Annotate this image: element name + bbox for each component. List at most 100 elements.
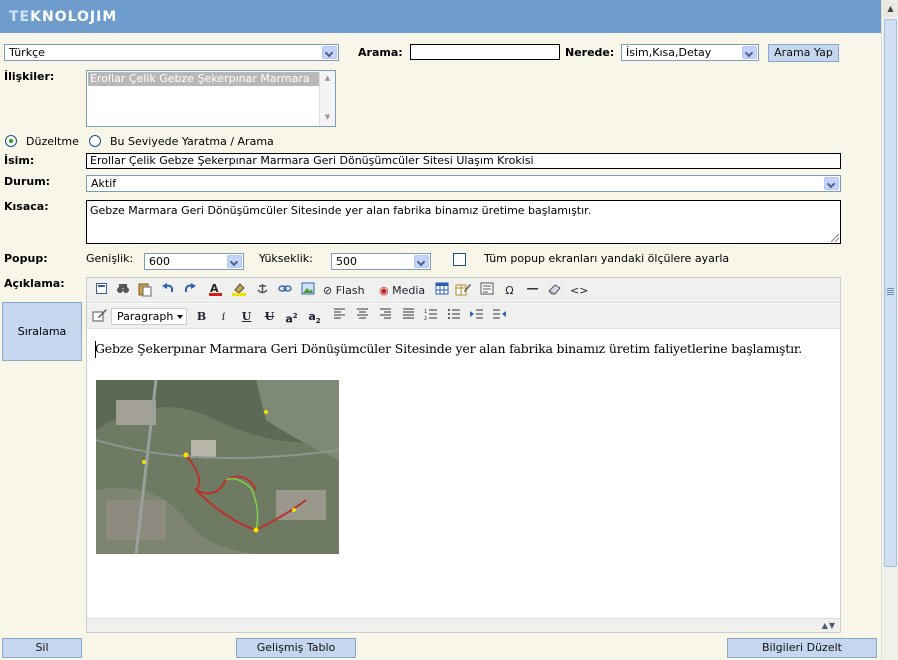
bold-icon[interactable]: B bbox=[193, 308, 210, 325]
indent-icon[interactable] bbox=[468, 308, 485, 325]
relations-listbox[interactable]: Erollar Çelik Gebze Şekerpınar Marmara ▲… bbox=[86, 70, 336, 127]
flash-label: Flash bbox=[335, 284, 365, 297]
template-icon[interactable] bbox=[478, 282, 495, 299]
height-select[interactable]: 500 bbox=[331, 253, 431, 270]
background-color-icon[interactable] bbox=[230, 282, 247, 299]
editor-toolbar-2: Paragraph B i U U a2 a2 12 bbox=[87, 304, 840, 329]
status-label: Durum: bbox=[4, 175, 51, 188]
short-label: Kısaca: bbox=[4, 200, 49, 213]
edit-mode-label: Düzeltme bbox=[26, 135, 79, 148]
name-input[interactable]: Erollar Çelik Gebze Şekerpınar Marmara G… bbox=[86, 153, 841, 169]
svg-text:1: 1 bbox=[424, 309, 427, 315]
horizontal-rule-icon[interactable] bbox=[524, 282, 541, 299]
text-color-icon[interactable]: A bbox=[207, 282, 224, 299]
special-char-icon[interactable]: Ω bbox=[501, 282, 518, 299]
outdent-icon[interactable] bbox=[491, 308, 508, 325]
flash-icon: ⊘ bbox=[323, 284, 333, 297]
scroll-up-arrow-icon[interactable]: ▲ bbox=[322, 73, 333, 84]
chevron-down-icon[interactable] bbox=[322, 46, 337, 59]
listbox-scrollbar[interactable]: ▲ ▼ bbox=[319, 71, 335, 126]
table-edit-icon[interactable] bbox=[454, 282, 471, 299]
description-label: Açıklama: bbox=[4, 277, 65, 290]
width-label: Genişlik: bbox=[86, 252, 134, 265]
bullet-list-icon[interactable] bbox=[445, 308, 462, 325]
header-bar: TEKNOLOJIM bbox=[0, 0, 881, 33]
style-icon[interactable] bbox=[91, 308, 108, 325]
scroll-down-arrow-icon[interactable]: ▼ bbox=[322, 112, 333, 123]
editor-toolbar-1: A ⊘ Flash ◉ Media Ω <> bbox=[87, 278, 840, 303]
all-popups-checkbox[interactable] bbox=[453, 253, 466, 266]
superscript-icon[interactable]: a2 bbox=[283, 308, 300, 326]
subscript-icon[interactable]: a2 bbox=[306, 308, 323, 325]
underline-icon[interactable]: U bbox=[238, 308, 255, 325]
paste-icon[interactable] bbox=[136, 282, 153, 299]
search-button[interactable]: Arama Yap bbox=[768, 44, 839, 62]
language-select-value: Türkçe bbox=[9, 46, 45, 59]
caret-down-icon[interactable] bbox=[177, 315, 183, 319]
html-source-icon[interactable]: <> bbox=[570, 282, 588, 299]
resize-arrows-icon[interactable]: ▲▼ bbox=[814, 621, 836, 631]
chevron-down-icon[interactable] bbox=[227, 255, 242, 268]
align-left-icon[interactable] bbox=[331, 308, 348, 325]
list-item[interactable]: Erollar Çelik Gebze Şekerpınar Marmara bbox=[88, 72, 320, 86]
advanced-table-button[interactable]: Gelişmiş Tablo bbox=[236, 638, 356, 658]
find-icon[interactable] bbox=[114, 282, 131, 299]
status-select[interactable]: Aktif bbox=[86, 175, 841, 192]
rich-text-editor[interactable]: A ⊘ Flash ◉ Media Ω <> Paragraph B i U U… bbox=[86, 277, 841, 633]
where-label: Nerede: bbox=[565, 46, 615, 59]
align-justify-icon[interactable] bbox=[400, 308, 417, 325]
all-popups-label: Tüm popup ekranları yandaki ölçülere aya… bbox=[484, 252, 730, 265]
create-mode-radio[interactable] bbox=[89, 135, 101, 147]
image-icon[interactable] bbox=[299, 282, 316, 299]
numbered-list-icon[interactable]: 12 bbox=[422, 308, 439, 325]
media-button[interactable]: ◉ Media bbox=[379, 282, 425, 299]
language-select[interactable]: Türkçe bbox=[4, 44, 339, 61]
chevron-down-icon[interactable] bbox=[742, 46, 757, 59]
eraser-icon[interactable] bbox=[546, 282, 563, 299]
create-mode-label: Bu Seviyede Yaratma / Arama bbox=[110, 135, 274, 148]
edit-mode-radio[interactable] bbox=[5, 135, 17, 147]
where-select[interactable]: İsim,Kısa,Detay bbox=[621, 44, 759, 61]
where-select-value: İsim,Kısa,Detay bbox=[626, 46, 712, 59]
status-select-value: Aktif bbox=[91, 177, 117, 190]
strikethrough-icon[interactable]: U bbox=[261, 308, 278, 325]
aerial-map-image[interactable] bbox=[96, 380, 339, 554]
page-scrollbar[interactable]: ▲ bbox=[881, 0, 898, 660]
flash-button[interactable]: ⊘ Flash bbox=[323, 282, 365, 299]
short-description-textarea[interactable]: Gebze Marmara Geri Dönüşümcüler Sitesind… bbox=[86, 200, 841, 244]
italic-icon[interactable]: i bbox=[215, 308, 232, 325]
table-icon[interactable] bbox=[433, 282, 450, 299]
media-label: Media bbox=[392, 284, 426, 297]
fullscreen-icon[interactable] bbox=[93, 282, 110, 299]
format-select[interactable]: Paragraph bbox=[111, 308, 187, 325]
media-icon: ◉ bbox=[379, 284, 389, 297]
app-logo: TEKNOLOJIM bbox=[9, 9, 118, 25]
link-icon[interactable] bbox=[276, 282, 293, 299]
format-select-value: Paragraph bbox=[117, 310, 174, 323]
search-input[interactable] bbox=[410, 44, 560, 60]
scrollbar-thumb[interactable] bbox=[884, 19, 897, 567]
scroll-up-arrow-icon[interactable]: ▲ bbox=[883, 1, 898, 17]
search-label: Arama: bbox=[358, 46, 403, 59]
height-label: Yükseklik: bbox=[259, 252, 313, 265]
save-info-button[interactable]: Bilgileri Düzelt bbox=[727, 638, 877, 658]
width-select-value: 600 bbox=[149, 255, 170, 268]
editor-paragraph[interactable]: Gebze Şekerpınar Marmara Geri Dönüşümcül… bbox=[95, 341, 802, 356]
chevron-down-icon[interactable] bbox=[414, 255, 429, 268]
width-select[interactable]: 600 bbox=[144, 253, 244, 270]
delete-button[interactable]: Sil bbox=[2, 638, 82, 658]
height-select-value: 500 bbox=[336, 255, 357, 268]
short-description-text: Gebze Marmara Geri Dönüşümcüler Sitesind… bbox=[90, 204, 592, 217]
relations-label: İlişkiler: bbox=[4, 70, 55, 83]
align-center-icon[interactable] bbox=[354, 308, 371, 325]
align-right-icon[interactable] bbox=[377, 308, 394, 325]
chevron-down-icon[interactable] bbox=[824, 177, 839, 190]
undo-icon[interactable] bbox=[159, 282, 176, 299]
editor-content-area[interactable]: Gebze Şekerpınar Marmara Geri Dönüşümcül… bbox=[87, 331, 840, 618]
editor-statusbar: ▲▼ bbox=[87, 618, 840, 632]
anchor-icon[interactable] bbox=[254, 282, 271, 299]
resize-grip-icon[interactable] bbox=[831, 234, 839, 242]
sort-button[interactable]: Sıralama bbox=[2, 302, 82, 361]
name-label: İsim: bbox=[4, 154, 35, 167]
redo-icon[interactable] bbox=[181, 282, 198, 299]
